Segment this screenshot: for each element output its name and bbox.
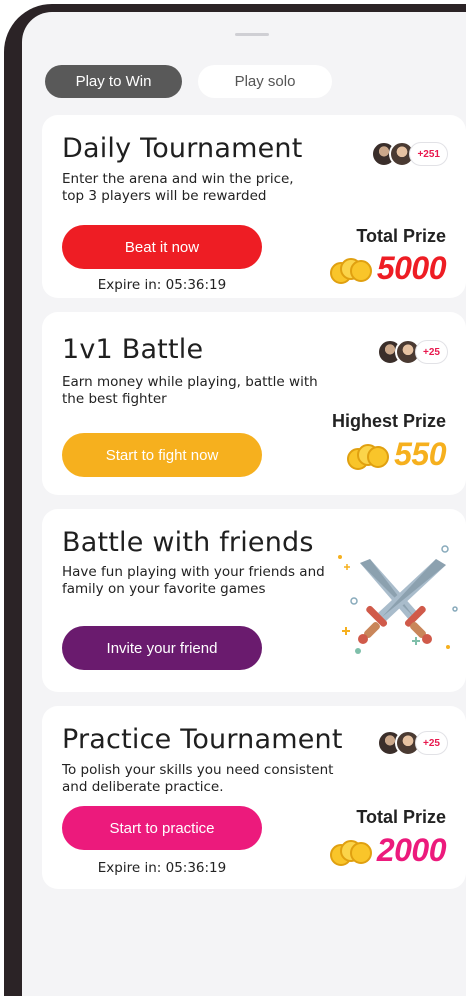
- card-title: 1v1 Battle: [62, 334, 204, 365]
- participants: +251: [371, 141, 448, 167]
- description-line: and deliberate practice.: [62, 779, 224, 795]
- bottom-sheet: Play to Win Play solo Daily Tournament E…: [22, 12, 466, 996]
- start-to-practice-button[interactable]: Start to practice: [62, 806, 262, 850]
- description-line: top 3 players will be rewarded: [62, 188, 267, 204]
- card-title: Battle with friends: [62, 527, 314, 558]
- screen: Play to Win Play solo Daily Tournament E…: [0, 0, 466, 996]
- start-to-fight-button[interactable]: Start to fight now: [62, 433, 262, 477]
- sheet-handle[interactable]: [235, 33, 269, 36]
- participant-count-badge: +251: [409, 142, 448, 166]
- tab-play-to-win[interactable]: Play to Win: [45, 65, 182, 98]
- card-description: Enter the arena and win the price, top 3…: [62, 171, 294, 205]
- card-title: Practice Tournament: [62, 724, 343, 755]
- card-description: Earn money while playing, battle with th…: [62, 374, 318, 408]
- participant-count-badge: +25: [415, 731, 448, 755]
- prize-value: 5000: [329, 250, 447, 287]
- prize-label: Total Prize: [356, 226, 446, 246]
- expire-timer: Expire in: 05:36:19: [97, 277, 227, 293]
- battle-with-friends-card: Battle with friends Have fun playing wit…: [42, 509, 466, 692]
- coins-icon: [329, 839, 372, 866]
- participant-count-badge: +25: [415, 340, 448, 364]
- card-title: Daily Tournament: [62, 133, 303, 164]
- tab-play-solo[interactable]: Play solo: [198, 65, 332, 98]
- daily-tournament-card: Daily Tournament Enter the arena and win…: [42, 115, 466, 298]
- prize-amount: 550: [394, 436, 446, 472]
- coins-icon: [347, 443, 390, 470]
- prize-amount: 5000: [376, 250, 447, 286]
- participants: +25: [377, 730, 448, 756]
- card-description: Have fun playing with your friends and f…: [62, 564, 325, 598]
- prize-value: 550: [346, 436, 446, 473]
- description-line: Have fun playing with your friends and: [62, 564, 325, 580]
- 1v1-battle-card: 1v1 Battle Earn money while playing, bat…: [42, 312, 466, 495]
- description-line: the best fighter: [62, 391, 167, 407]
- prize-value: 2000: [329, 832, 447, 869]
- crossed-swords-icon: [338, 545, 458, 654]
- prize-label: Total Prize: [356, 807, 446, 827]
- prize-label: Highest Prize: [331, 411, 446, 431]
- card-description: To polish your skills you need consisten…: [62, 762, 333, 796]
- practice-tournament-card: Practice Tournament To polish your skill…: [42, 706, 466, 889]
- description-line: family on your favorite games: [62, 581, 266, 597]
- expire-timer: Expire in: 05:36:19: [97, 860, 227, 876]
- beat-it-now-button[interactable]: Beat it now: [62, 225, 262, 269]
- description-line: To polish your skills you need consisten…: [62, 762, 334, 778]
- description-line: Enter the arena and win the price,: [62, 171, 294, 187]
- description-line: Earn money while playing, battle with: [62, 374, 318, 390]
- coins-icon: [329, 257, 372, 284]
- participants: +25: [377, 339, 448, 365]
- prize-amount: 2000: [376, 832, 447, 868]
- invite-friend-button[interactable]: Invite your friend: [62, 626, 262, 670]
